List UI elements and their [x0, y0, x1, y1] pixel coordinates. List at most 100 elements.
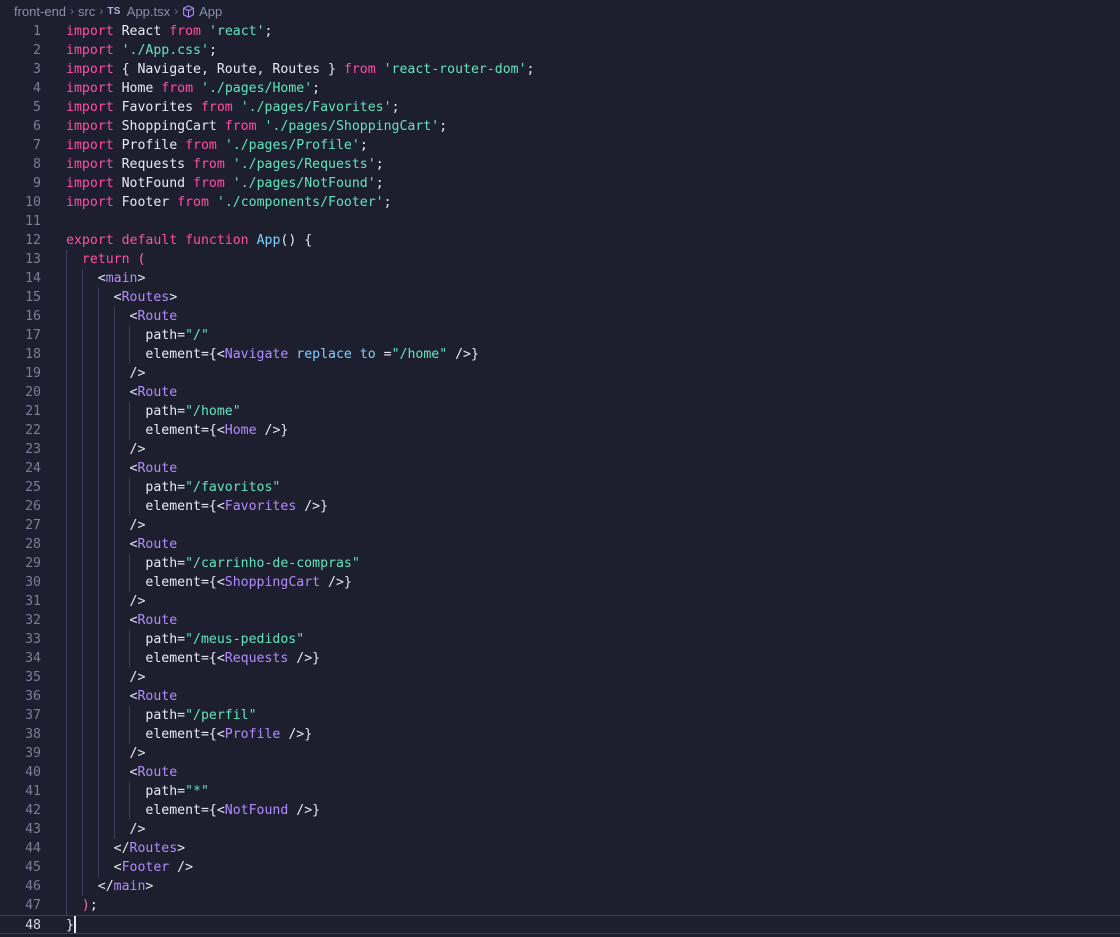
code-token: "/" — [185, 328, 209, 343]
code-line[interactable]: 10 import Footer from './components/Foote… — [0, 193, 1120, 212]
code-line[interactable]: 32 <Route — [0, 611, 1120, 630]
code-token: /> — [66, 518, 146, 533]
indent-guide — [129, 402, 131, 440]
code-token: /> — [66, 366, 146, 381]
code-line[interactable]: 4 import Home from './pages/Home'; — [0, 79, 1120, 98]
code-line[interactable]: 45 <Footer /> — [0, 858, 1120, 877]
code-line[interactable]: 5 import Favorites from './pages/Favorite… — [0, 98, 1120, 117]
code-line[interactable]: 21 path="/home" — [0, 402, 1120, 421]
code-line[interactable]: 11 — [0, 212, 1120, 231]
code-token: < — [66, 385, 138, 400]
indent-guide — [81, 269, 83, 896]
code-line[interactable]: 43 /> — [0, 820, 1120, 839]
code-token: < — [66, 271, 106, 286]
code-token: ; — [375, 176, 384, 191]
code-line[interactable]: 47 ); — [0, 896, 1120, 915]
breadcrumb-folder-front-end[interactable]: front-end — [14, 4, 66, 19]
code-token: NotFound — [113, 176, 194, 191]
code-token: ; — [383, 195, 392, 210]
code-token: from — [343, 62, 376, 77]
code-token: />} — [280, 727, 313, 742]
code-token: 'react-router-dom' — [383, 62, 527, 77]
code-line[interactable]: 33 path="/meus-pedidos" — [0, 630, 1120, 649]
line-number: 16 — [25, 309, 41, 324]
code-line[interactable]: 17 path="/" — [0, 326, 1120, 345]
code-line[interactable]: 1 import React from 'react'; — [0, 22, 1120, 41]
code-line[interactable]: 30 element={<ShoppingCart />} — [0, 573, 1120, 592]
code-line[interactable]: 20 <Route — [0, 383, 1120, 402]
code-token: ; — [375, 157, 384, 172]
code-token: path= — [66, 480, 186, 495]
indent-guide — [129, 782, 131, 820]
code-line[interactable]: 19 /> — [0, 364, 1120, 383]
code-text: <main> — [66, 269, 146, 288]
code-line[interactable]: 36 <Route — [0, 687, 1120, 706]
line-number: 37 — [25, 708, 41, 723]
code-line[interactable]: 38 element={<Profile />} — [0, 725, 1120, 744]
code-token: ; — [89, 898, 98, 913]
indent-guide — [129, 326, 131, 364]
code-text: } — [66, 916, 74, 935]
code-editor[interactable]: 1 import React from 'react'; 2 import './Ap… — [0, 22, 1120, 937]
code-token: < — [66, 290, 122, 305]
code-token: path= — [66, 632, 186, 647]
code-text: /> — [66, 364, 146, 383]
code-line[interactable]: 31 /> — [0, 592, 1120, 611]
code-line[interactable]: 37 path="/perfil" — [0, 706, 1120, 725]
code-line[interactable]: 48} — [0, 915, 1120, 934]
code-text: /> — [66, 744, 146, 763]
code-text: import { Navigate, Route, Routes } from … — [66, 60, 534, 79]
typescript-file-icon: TS — [107, 5, 121, 17]
code-line[interactable]: 13 return ( — [0, 250, 1120, 269]
code-line[interactable]: 15 <Routes> — [0, 288, 1120, 307]
code-line[interactable]: 2 import './App.css'; — [0, 41, 1120, 60]
code-line[interactable]: 34 element={<Requests />} — [0, 649, 1120, 668]
code-text: element={<Favorites />} — [66, 497, 328, 516]
line-number: 9 — [33, 176, 41, 191]
code-line[interactable]: 46 </main> — [0, 877, 1120, 896]
code-line[interactable]: 16 <Route — [0, 307, 1120, 326]
code-line[interactable]: 44 </Routes> — [0, 839, 1120, 858]
code-token: />} — [320, 575, 352, 590]
code-text: import ShoppingCart from './pages/Shoppi… — [66, 117, 447, 136]
code-line[interactable]: 23 /> — [0, 440, 1120, 459]
code-line[interactable]: 27 /> — [0, 516, 1120, 535]
code-token: from — [161, 81, 194, 96]
code-token: Route — [137, 765, 178, 780]
code-line[interactable]: 6 import ShoppingCart from './pages/Shopp… — [0, 117, 1120, 136]
code-line[interactable]: 25 path="/favoritos" — [0, 478, 1120, 497]
code-line[interactable]: 39 /> — [0, 744, 1120, 763]
code-line[interactable]: 7 import Profile from './pages/Profile'; — [0, 136, 1120, 155]
breadcrumb-file[interactable]: TS App.tsx — [107, 4, 170, 19]
code-line[interactable]: 35 /> — [0, 668, 1120, 687]
code-token: ; — [359, 138, 368, 153]
code-line[interactable]: 26 element={<Favorites />} — [0, 497, 1120, 516]
code-token: Route — [137, 309, 178, 324]
line-number: 12 — [25, 233, 41, 248]
code-token: ; — [264, 24, 273, 39]
breadcrumb-symbol[interactable]: App — [182, 4, 222, 19]
code-text: return ( — [66, 250, 146, 269]
code-token: Requests — [113, 157, 194, 172]
code-line[interactable]: 24 <Route — [0, 459, 1120, 478]
code-line[interactable]: 9 import NotFound from './pages/NotFound'… — [0, 174, 1120, 193]
code-token: './pages/Home' — [201, 81, 313, 96]
code-line[interactable]: 41 path="*" — [0, 782, 1120, 801]
code-line[interactable]: 28 <Route — [0, 535, 1120, 554]
code-line[interactable]: 14 <main> — [0, 269, 1120, 288]
breadcrumb-folder-src[interactable]: src — [78, 4, 95, 19]
code-line[interactable]: 22 element={<Home />} — [0, 421, 1120, 440]
code-line[interactable]: 42 element={<NotFound />} — [0, 801, 1120, 820]
code-line[interactable]: 8 import Requests from './pages/Requests'… — [0, 155, 1120, 174]
code-line[interactable]: 29 path="/carrinho-de-compras" — [0, 554, 1120, 573]
code-token: ; — [312, 81, 321, 96]
code-line[interactable]: 3 import { Navigate, Route, Routes } from… — [0, 60, 1120, 79]
code-token: "*" — [185, 784, 209, 799]
code-line[interactable]: 12 export default function App() { — [0, 231, 1120, 250]
code-line[interactable]: 40 <Route — [0, 763, 1120, 782]
code-token: main — [113, 879, 146, 894]
code-line[interactable]: 18 element={<Navigate replace to ="/home… — [0, 345, 1120, 364]
